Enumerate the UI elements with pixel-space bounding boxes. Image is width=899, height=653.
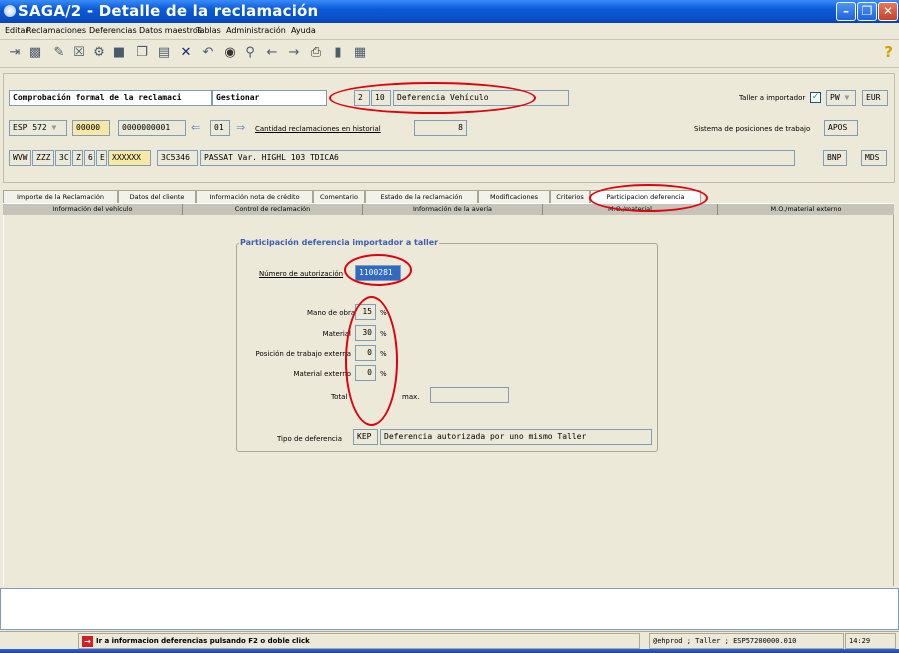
annotation-circle-percentages (345, 296, 398, 426)
vin-check-field: Z (72, 150, 83, 166)
tab-strip-upper: Importe de la Reclamación Datos del clie… (0, 190, 899, 203)
claim-number-field[interactable]: 0000000001 (118, 120, 186, 136)
cancel-icon[interactable]: ✕ (177, 44, 195, 62)
posicion-externa-label: Posición de trabajo externa (255, 350, 351, 358)
tab-datos-cliente[interactable]: Datos del cliente (118, 190, 196, 203)
brand-value: PW (830, 93, 840, 102)
group-title: Participación deferencia importador a ta… (239, 238, 440, 247)
annotation-circle-auth (344, 254, 412, 286)
annotation-circle-type (329, 82, 536, 114)
menu-bar: Editar Reclamaciones Deferencias Datos m… (0, 23, 899, 40)
zoom-icon[interactable]: ⚲ (241, 44, 259, 62)
menu-reclamaciones[interactable]: Reclamaciones (26, 26, 86, 35)
tab-criterios[interactable]: Criterios (550, 190, 590, 203)
taller-importador-checkbox[interactable]: ✓ (810, 92, 821, 103)
next-arrow-icon[interactable]: ⇒ (236, 121, 245, 134)
mano-obra-label: Mano de obra (307, 309, 356, 317)
bnp-button[interactable]: BNP (823, 150, 847, 166)
toolbar: ⇥ ▩ ✎ ☒ ⚙ ■ ❐ ▤ ✕ ↶ ◉ ⚲ ← → ⎙ ▮ ▦ ? (0, 40, 899, 68)
country-select[interactable]: ESP 572 ▼ (9, 120, 67, 136)
vin-wmi-field: WVW (9, 150, 31, 166)
tab-estado[interactable]: Estado de la reclamación (365, 190, 478, 203)
message-area (0, 588, 899, 630)
material-label: Material (322, 330, 351, 338)
save-icon[interactable]: ■ (110, 44, 128, 62)
paste-icon[interactable]: ▤ (155, 44, 173, 62)
status-bar: → Ir a informacion deferencias pulsando F… (0, 631, 899, 649)
model-desc-field: PASSAT Var. HIGHL 103 TDICA6 (200, 150, 795, 166)
barcode-icon[interactable]: ▮ (329, 44, 347, 62)
history-count-field: 8 (414, 120, 467, 136)
menu-deferencias[interactable]: Deferencias (89, 26, 137, 35)
country-value: ESP 572 (13, 123, 47, 132)
sistema-label: Sistema de posiciones de trabajo (694, 125, 811, 133)
chevron-down-icon: ▼ (844, 93, 850, 102)
tab-comentario[interactable]: Comentario (313, 190, 365, 203)
max-label: max. (402, 393, 420, 401)
max-field (430, 387, 509, 403)
minimize-button[interactable]: – (836, 2, 856, 21)
material-externo-label: Material externo (293, 370, 351, 378)
tree-icon[interactable]: ▩ (26, 44, 44, 62)
process-field[interactable]: Comprobación formal de la reclamaci (9, 90, 212, 106)
tab-nota-credito[interactable]: Información nota de crédito (196, 190, 313, 203)
vin-model-field: 3C (55, 150, 71, 166)
tab-modificaciones[interactable]: Modificaciones (478, 190, 550, 203)
edit-icon[interactable]: ✎ (50, 44, 68, 62)
menu-tablas[interactable]: Tablas (196, 26, 221, 35)
dealer-field[interactable]: 00000 (72, 120, 110, 136)
forward-arrow-icon[interactable]: → (285, 44, 303, 62)
history-count-link[interactable]: Cantidad reclamaciones en historial (255, 125, 381, 133)
chevron-down-icon: ▼ (51, 123, 57, 132)
tipo-desc-field: Deferencia autorizada por uno mismo Tall… (380, 429, 652, 445)
arrow-right-icon: → (82, 635, 93, 647)
tab-strip-lower: Información del vehículo Control de recl… (3, 203, 894, 216)
vin-year-field: 6 (84, 150, 95, 166)
sistema-field: APOS (824, 120, 858, 136)
delete-doc-icon[interactable]: ☒ (70, 44, 88, 62)
menu-datos-maestros[interactable]: Datos maestros (139, 26, 202, 35)
status-message-text: Ir a informacion deferencias pulsando F2… (96, 637, 310, 645)
participacion-group: Participación deferencia importador a ta… (236, 238, 658, 452)
currency-field: EUR (862, 90, 888, 106)
tipo-code-field[interactable]: KEP (353, 429, 378, 445)
taller-importador-label: Taller a importador (739, 94, 806, 102)
prev-arrow-icon[interactable]: ⇐ (191, 121, 200, 134)
maximize-button[interactable]: ❐ (857, 2, 877, 21)
taskbar-edge (0, 649, 899, 653)
window-title: SAGA/2 - Detalle de la reclamación (18, 2, 319, 20)
vin-vds-field: ZZZ (32, 150, 54, 166)
session-info: @ehprod ; Taller ; ESP57200000.010 (649, 633, 844, 649)
sequence-field[interactable]: 01 (210, 120, 230, 136)
menu-ayuda[interactable]: Ayuda (291, 26, 316, 35)
print-icon[interactable]: ⎙ (307, 44, 325, 62)
tab-content-panel: Participación deferencia importador a ta… (3, 215, 894, 586)
calculator-icon[interactable]: ▦ (351, 44, 369, 62)
tipo-deferencia-label: Tipo de deferencia (277, 435, 343, 443)
total-label: Total (331, 393, 348, 401)
enter-icon[interactable]: ⇥ (6, 44, 24, 62)
title-bar: SAGA/2 - Detalle de la reclamación – ❐ ✕ (0, 0, 899, 23)
close-button[interactable]: ✕ (878, 2, 898, 21)
binoculars-icon[interactable]: ◉ (221, 44, 239, 62)
annotation-circle-tab (589, 184, 708, 212)
copy-icon[interactable]: ❐ (133, 44, 151, 62)
vin-plant-field: E (96, 150, 107, 166)
action-field[interactable]: Gestionar (212, 90, 327, 106)
model-code-field: 3C5346 (157, 150, 198, 166)
auth-number-label: Número de autorización (259, 270, 344, 278)
back-arrow-icon[interactable]: ← (263, 44, 281, 62)
main-window: SAGA/2 - Detalle de la reclamación – ❐ ✕… (0, 0, 899, 653)
mds-button[interactable]: MDS (861, 150, 887, 166)
brand-select[interactable]: PW ▼ (826, 90, 856, 106)
status-message: → Ir a informacion deferencias pulsando F… (78, 633, 640, 649)
help-icon[interactable]: ? (884, 43, 893, 61)
tab-importe[interactable]: Importe de la Reclamación (3, 190, 118, 203)
vin-serial-field[interactable]: XXXXXX (108, 150, 151, 166)
undo-icon[interactable]: ↶ (199, 44, 217, 62)
tools-icon[interactable]: ⚙ (90, 44, 108, 62)
clock: 14:29 (845, 633, 896, 649)
menu-administracion[interactable]: Administración (226, 26, 286, 35)
app-icon (4, 5, 16, 17)
